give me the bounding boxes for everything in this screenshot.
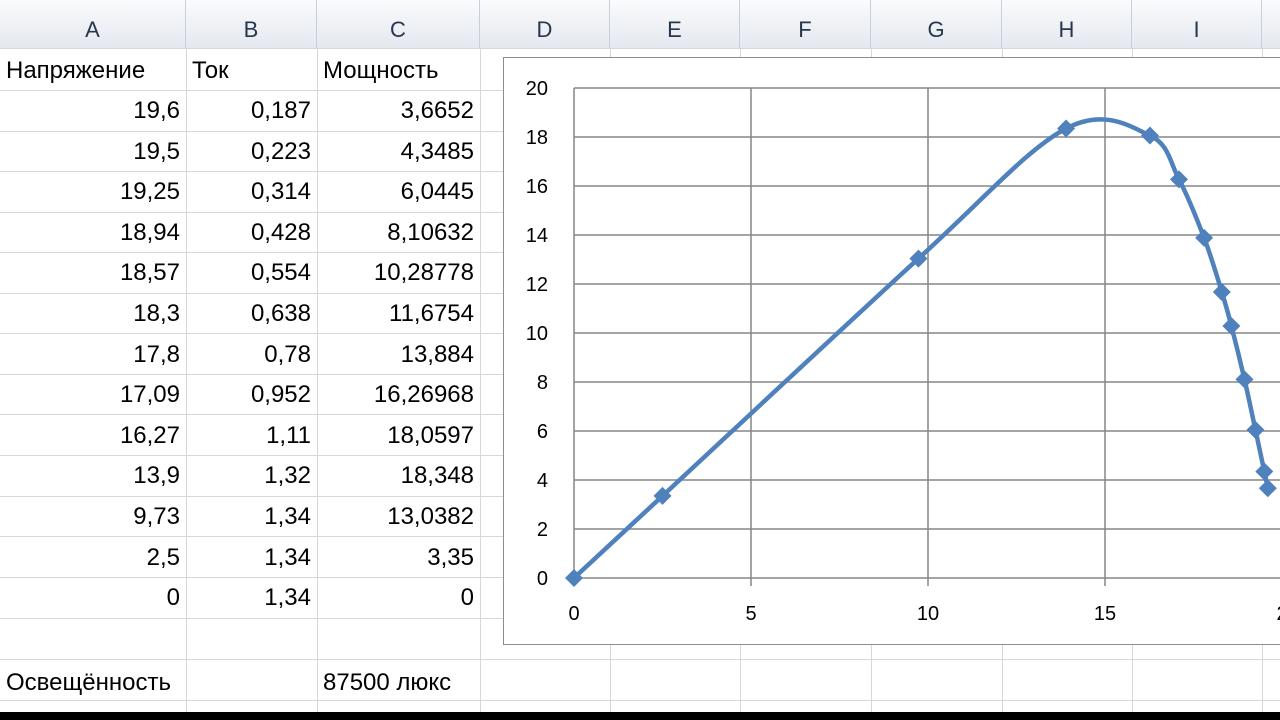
voltage-cell[interactable]: 0	[0, 578, 186, 618]
power-cell[interactable]: 11,6754	[317, 294, 480, 334]
power-cell[interactable]: 18,348	[317, 456, 480, 496]
voltage-cell[interactable]: 17,8	[0, 335, 186, 375]
power-cell[interactable]: 16,26968	[317, 375, 480, 415]
column-header-d[interactable]: D	[480, 0, 610, 48]
power-cell[interactable]: 3,35	[317, 538, 480, 578]
power-voltage-chart[interactable]: 0 2 4 6 8 10 12 14 16 18 20 0 5 10 15 2	[503, 57, 1280, 645]
power-cell[interactable]: 8,10632	[317, 213, 480, 253]
data-point-marker	[1212, 282, 1231, 301]
screen-bottom-edge	[0, 712, 1280, 720]
voltage-cell[interactable]: 18,94	[0, 213, 186, 253]
voltage-cell[interactable]: 19,5	[0, 132, 186, 172]
y-tick-label: 10	[526, 323, 548, 345]
current-cell[interactable]: 1,34	[186, 497, 317, 537]
y-tick-label: 6	[537, 421, 548, 443]
x-tick-label: 2	[1276, 603, 1280, 625]
voltage-cell[interactable]: 18,3	[0, 294, 186, 334]
illumination-label[interactable]: Освещённость	[0, 663, 317, 703]
current-cell[interactable]: 1,32	[186, 456, 317, 496]
power-cell[interactable]: 13,0382	[317, 497, 480, 537]
y-tick-label: 16	[526, 176, 548, 198]
power-cell[interactable]: 0	[317, 578, 480, 618]
current-cell[interactable]: 0,554	[186, 253, 317, 293]
voltage-cell[interactable]: 19,25	[0, 172, 186, 212]
x-tick-label: 0	[568, 603, 579, 625]
voltage-cell[interactable]: 9,73	[0, 497, 186, 537]
illumination-value[interactable]: 87500 люкс	[317, 663, 517, 703]
y-tick-label: 4	[537, 470, 548, 492]
current-cell[interactable]: 0,314	[186, 172, 317, 212]
current-cell[interactable]: 0,187	[186, 91, 317, 131]
column-header-c[interactable]: C	[317, 0, 480, 48]
header-voltage[interactable]: Напряжение	[0, 51, 186, 91]
voltage-cell[interactable]: 2,5	[0, 538, 186, 578]
spreadsheet: A B C D E F G H I Напряжение Ток Мощност…	[0, 0, 1280, 720]
data-point-marker	[1246, 420, 1265, 439]
column-header-a[interactable]: A	[0, 0, 186, 48]
x-tick-label: 5	[745, 603, 756, 625]
y-tick-label: 14	[526, 225, 548, 247]
current-cell[interactable]: 0,952	[186, 375, 317, 415]
current-cell[interactable]: 1,34	[186, 578, 317, 618]
voltage-cell[interactable]: 17,09	[0, 375, 186, 415]
voltage-cell[interactable]: 16,27	[0, 416, 186, 456]
power-cell[interactable]: 13,884	[317, 335, 480, 375]
column-header-b[interactable]: B	[186, 0, 317, 48]
current-cell[interactable]: 0,428	[186, 213, 317, 253]
y-tick-label: 2	[537, 519, 548, 541]
y-tick-label: 18	[526, 127, 548, 149]
header-current[interactable]: Ток	[186, 51, 317, 91]
data-point-marker	[1255, 462, 1274, 481]
data-point-marker	[1057, 119, 1076, 138]
data-point-marker	[1235, 370, 1254, 389]
column-header-f[interactable]: F	[740, 0, 871, 48]
data-point-marker	[1258, 479, 1277, 498]
x-tick-label: 10	[917, 603, 939, 625]
power-cell[interactable]: 18,0597	[317, 416, 480, 456]
power-cell[interactable]: 3,6652	[317, 91, 480, 131]
y-tick-label: 20	[526, 78, 548, 100]
voltage-cell[interactable]: 13,9	[0, 456, 186, 496]
power-cell[interactable]: 4,3485	[317, 132, 480, 172]
column-header-g[interactable]: G	[871, 0, 1002, 48]
y-tick-label: 0	[537, 568, 548, 590]
power-cell[interactable]: 6,0445	[317, 172, 480, 212]
column-header-i[interactable]: I	[1132, 0, 1262, 48]
series-line	[572, 117, 1271, 580]
column-gridline	[480, 48, 481, 720]
current-cell[interactable]: 0,638	[186, 294, 317, 334]
row-gridline	[0, 659, 1280, 660]
current-cell[interactable]: 0,78	[186, 335, 317, 375]
chart-canvas: 0 2 4 6 8 10 12 14 16 18 20 0 5 10 15 2	[526, 78, 1280, 625]
current-cell[interactable]: 0,223	[186, 132, 317, 172]
power-cell[interactable]: 10,28778	[317, 253, 480, 293]
header-power[interactable]: Мощность	[317, 51, 480, 91]
row-gridline	[0, 48, 1280, 49]
x-tick-label: 15	[1094, 603, 1116, 625]
current-cell[interactable]: 1,11	[186, 416, 317, 456]
current-cell[interactable]: 1,34	[186, 538, 317, 578]
data-point-marker	[1222, 316, 1241, 335]
data-point-marker	[1195, 228, 1214, 247]
column-header-row: A B C D E F G H I	[0, 0, 1280, 49]
y-tick-label: 8	[537, 372, 548, 394]
column-header-h[interactable]: H	[1002, 0, 1132, 48]
voltage-cell[interactable]: 19,6	[0, 91, 186, 131]
voltage-cell[interactable]: 18,57	[0, 253, 186, 293]
column-header-e[interactable]: E	[610, 0, 740, 48]
y-tick-label: 12	[526, 274, 548, 296]
